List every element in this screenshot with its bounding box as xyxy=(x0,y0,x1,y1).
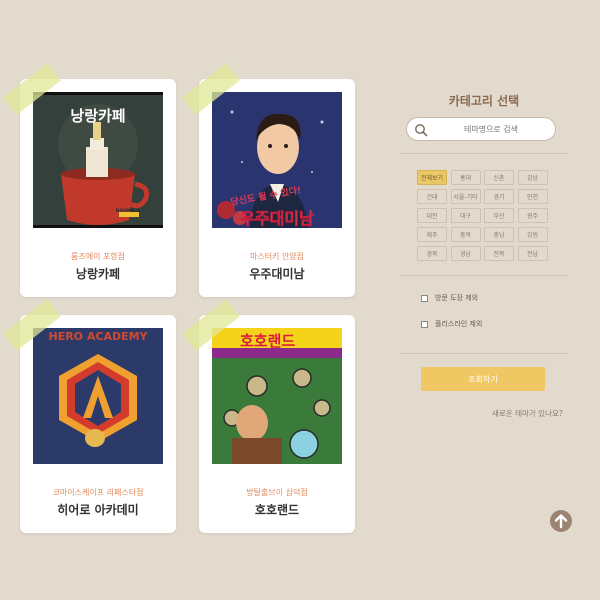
lookup-button[interactable]: 조회하기 xyxy=(421,367,545,391)
theme-card-nangrang-cafe[interactable]: 낭랑카페 ROOMS-A 룸즈에이 포항점 낭랑카페 xyxy=(20,79,176,297)
region-button-gyeonggi[interactable]: 경기 xyxy=(484,189,514,204)
poster-title-text: 우주대미남 xyxy=(240,209,314,228)
region-button-incheon[interactable]: 인천 xyxy=(517,189,548,204)
region-button-gyeongnam[interactable]: 경남 xyxy=(450,246,481,261)
checkbox-label: 플리스라인 제외 xyxy=(435,320,483,328)
region-button-hongdae[interactable]: 홍대 xyxy=(450,170,481,185)
arrow-up-icon xyxy=(554,514,568,529)
region-button-chungbuk[interactable]: 충북 xyxy=(450,227,481,242)
divider xyxy=(400,353,568,354)
checkbox[interactable] xyxy=(421,294,428,302)
region-filter-grid: 전체보기 홍대 신촌 강남 건대 서울-기타 경기 인천 대전 대구 부산 광주… xyxy=(417,170,548,261)
divider xyxy=(400,153,568,154)
branch-name: 룸즈에이 포항점 xyxy=(70,252,126,261)
region-button-daegu[interactable]: 대구 xyxy=(450,208,481,223)
theme-card-ujudaeminam[interactable]: 당신도 될 수 있다! 우주대미남 마스터키 안양점 우주대미남 xyxy=(199,79,355,297)
search-box[interactable] xyxy=(406,117,556,141)
region-button-seoul-etc[interactable]: 서울-기타 xyxy=(450,189,481,204)
branch-name: 마스터키 안양점 xyxy=(249,252,305,261)
region-button-jeonbuk[interactable]: 전북 xyxy=(484,246,514,261)
region-button-gangwon[interactable]: 강원 xyxy=(517,227,548,242)
poster-image: 당신도 될 수 있다! 우주대미남 xyxy=(212,92,342,228)
divider xyxy=(400,275,568,276)
poster-brand-text: ROOMS-A xyxy=(115,209,141,214)
region-button-kondae[interactable]: 건대 xyxy=(417,189,447,204)
checkbox[interactable] xyxy=(421,320,428,328)
theme-card-hero-academy[interactable]: HERO ACADEMY 코마이스케이프 리페스타점 히어로 아카데미 xyxy=(20,315,176,533)
poster-title-text: 호호랜드 xyxy=(240,332,296,350)
theme-title: 히어로 아카데미 xyxy=(57,503,139,517)
poster-image: 낭랑카페 ROOMS-A xyxy=(33,92,163,228)
region-button-gangnam[interactable]: 강남 xyxy=(517,170,548,185)
region-button-sinchon[interactable]: 신촌 xyxy=(484,170,514,185)
search-input[interactable] xyxy=(431,121,551,137)
exclude-visited-checkbox[interactable]: 방문 도장 제외 xyxy=(421,293,478,303)
branch-name: 방탈출브이 삼덕점 xyxy=(246,488,308,497)
theme-title: 낭랑카페 xyxy=(75,267,121,281)
region-button-all[interactable]: 전체보기 xyxy=(417,170,447,185)
region-button-jeonnam[interactable]: 전남 xyxy=(517,246,548,261)
region-button-chungnam[interactable]: 충남 xyxy=(484,227,514,242)
poster-image: HERO ACADEMY xyxy=(33,328,163,464)
region-button-gyeongbuk[interactable]: 경북 xyxy=(417,246,447,261)
new-theme-link[interactable]: 새로운 테마가 있나요? xyxy=(492,408,563,419)
region-button-busan[interactable]: 부산 xyxy=(484,208,514,223)
exclude-played-checkbox[interactable]: 플리스라인 제외 xyxy=(421,319,482,329)
category-title: 카테고리 선택 xyxy=(448,94,520,108)
region-button-daejeon[interactable]: 대전 xyxy=(417,208,447,223)
search-icon[interactable] xyxy=(414,122,428,137)
branch-name: 코마이스케이프 리페스타점 xyxy=(52,488,144,497)
theme-title: 호호랜드 xyxy=(254,503,300,517)
poster-image: 호호랜드 xyxy=(212,328,342,464)
poster-title-text: 낭랑카페 xyxy=(70,107,126,125)
region-button-jeju[interactable]: 제주 xyxy=(417,227,447,242)
region-button-gwangju[interactable]: 광주 xyxy=(517,208,548,223)
theme-card-hoholand[interactable]: 호호랜드 방탈출브이 삼덕점 호호랜드 xyxy=(199,315,355,533)
checkbox-label: 방문 도장 제외 xyxy=(435,294,479,302)
scroll-to-top-button[interactable] xyxy=(550,510,572,532)
theme-title: 우주대미남 xyxy=(249,267,305,281)
poster-title-text: HERO ACADEMY xyxy=(48,330,148,343)
